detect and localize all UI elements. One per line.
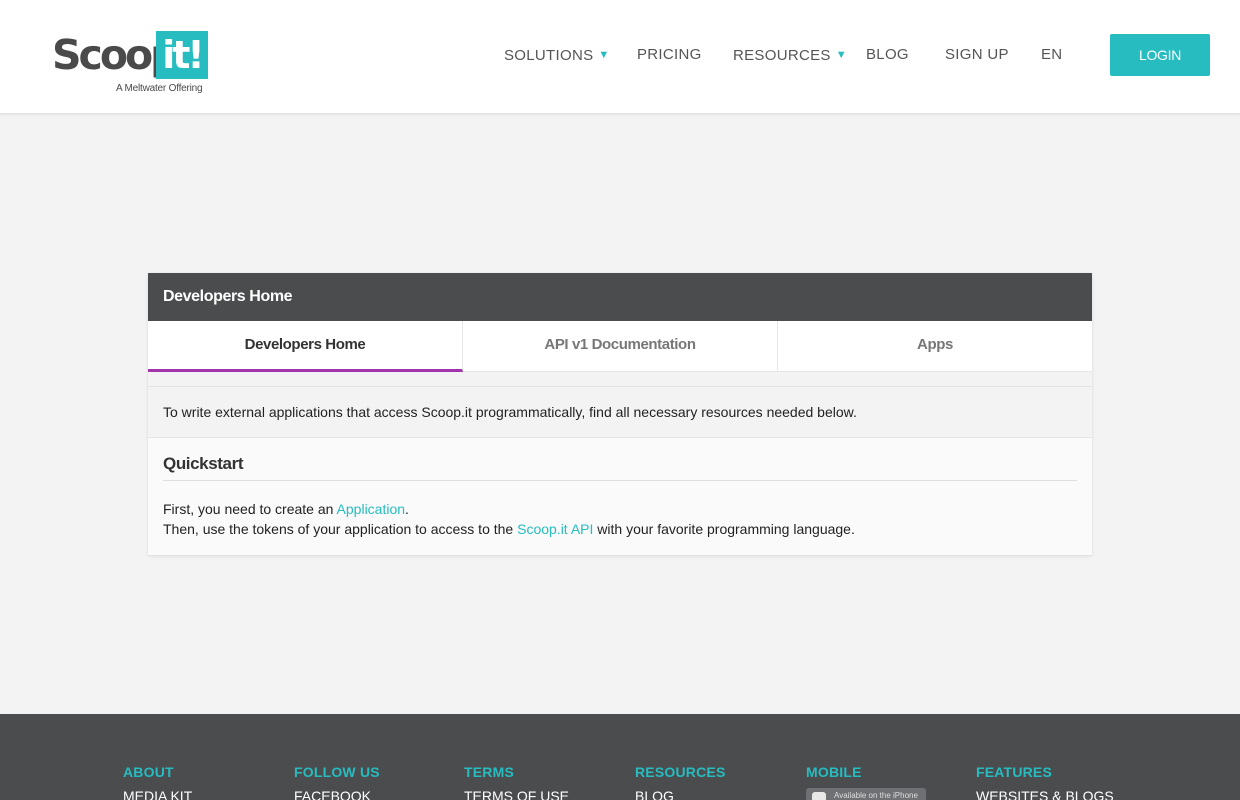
footer-heading: FOLLOW US <box>294 764 380 780</box>
footer-col-resources: RESOURCES BLOG <box>635 764 795 800</box>
nav-sign-up[interactable]: SIGN UP <box>945 44 1009 66</box>
nav-solutions[interactable]: SOLUTIONS ▼ <box>504 44 610 67</box>
quickstart-text: with your favorite programming language. <box>593 521 855 537</box>
nav-resources[interactable]: RESOURCES ▼ <box>733 44 847 67</box>
tab-apps[interactable]: Apps <box>778 321 1092 372</box>
intro-text: To write external applications that acce… <box>148 387 1092 438</box>
tab-developers-home[interactable]: Developers Home <box>148 321 463 372</box>
footer-col-terms: TERMS TERMS OF USE <box>464 764 624 800</box>
footer-heading: ABOUT <box>123 764 174 780</box>
tab-spacer <box>148 372 1092 387</box>
developers-card: Developers Home Developers Home API v1 D… <box>148 273 1092 555</box>
footer-heading: RESOURCES <box>635 764 726 780</box>
quickstart-text: First, you need to create an <box>163 501 337 517</box>
nav-solutions-label: SOLUTIONS <box>504 47 594 64</box>
scoopit-logo[interactable]: Scoop. it! A Meltwater Offering <box>52 31 212 97</box>
quickstart-line-2: Then, use the tokens of your application… <box>163 519 1077 539</box>
chevron-down-icon: ▼ <box>598 49 610 61</box>
footer-link[interactable]: FACEBOOK <box>294 788 454 800</box>
footer-link[interactable]: TERMS OF USE <box>464 788 624 800</box>
footer-col-about: ABOUT MEDIA KIT <box>123 764 283 800</box>
card-title: Developers Home <box>148 273 1092 321</box>
login-button[interactable]: LOGIN <box>1110 34 1210 76</box>
api-link[interactable]: Scoop.it API <box>517 521 593 537</box>
site-footer: ABOUT MEDIA KIT FOLLOW US FACEBOOK TERMS… <box>0 714 1240 800</box>
app-store-badge[interactable]: Available on the iPhone <box>806 788 926 800</box>
quickstart-text: Then, use the tokens of your application… <box>163 521 518 537</box>
footer-col-mobile: MOBILE Available on the iPhone <box>806 764 966 800</box>
quickstart-heading: Quickstart <box>163 454 1077 481</box>
tabs: Developers Home API v1 Documentation App… <box>148 321 1092 372</box>
tab-api-documentation[interactable]: API v1 Documentation <box>463 321 778 372</box>
chevron-down-icon: ▼ <box>835 49 847 61</box>
application-link[interactable]: Application <box>337 501 406 517</box>
nav-pricing[interactable]: PRICING <box>637 44 702 66</box>
footer-heading: FEATURES <box>976 764 1053 780</box>
footer-link[interactable]: WEBSITES & BLOGS <box>976 788 1136 800</box>
footer-heading: TERMS <box>464 764 514 780</box>
footer-link[interactable]: BLOG <box>635 788 795 800</box>
quickstart-text: . <box>405 501 409 517</box>
footer-link[interactable]: MEDIA KIT <box>123 788 283 800</box>
nav-blog[interactable]: BLOG <box>866 44 909 66</box>
nav-resources-label: RESOURCES <box>733 47 831 64</box>
nav-language[interactable]: EN <box>1041 44 1062 66</box>
footer-col-follow: FOLLOW US FACEBOOK <box>294 764 454 800</box>
footer-heading: MOBILE <box>806 764 862 780</box>
quickstart-line-1: First, you need to create an Application… <box>163 499 1077 519</box>
app-store-badge-label: Available on the iPhone <box>834 791 918 800</box>
footer-col-features: FEATURES WEBSITES & BLOGS <box>976 764 1136 800</box>
logo-box: it! <box>156 31 208 79</box>
logo-tagline: A Meltwater Offering <box>116 83 203 94</box>
quickstart-section: Quickstart First, you need to create an … <box>148 438 1092 555</box>
apple-icon <box>812 792 826 800</box>
site-header: Scoop. it! A Meltwater Offering SOLUTION… <box>0 0 1240 114</box>
